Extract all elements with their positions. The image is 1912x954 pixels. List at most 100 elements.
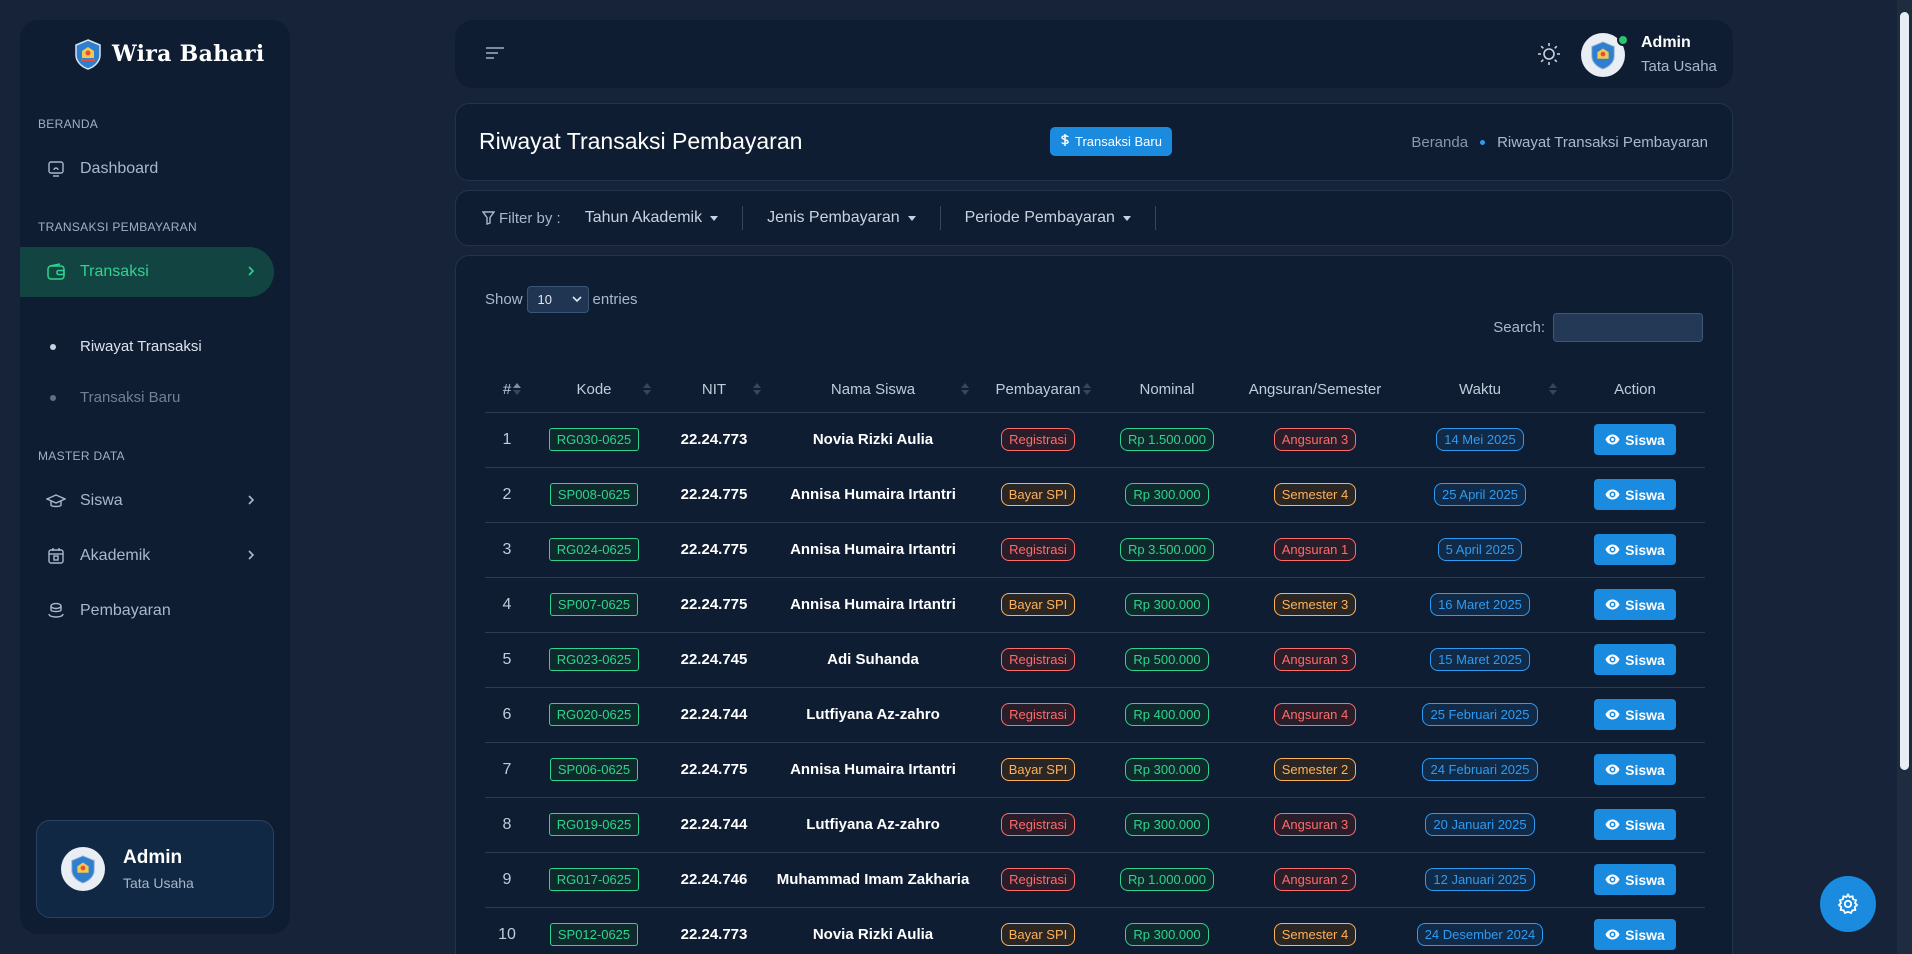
cell-action: Siswa bbox=[1565, 852, 1705, 908]
page-title: Riwayat Transaksi Pembayaran bbox=[479, 128, 803, 154]
cell-nit: 22.24.775 bbox=[659, 742, 769, 798]
cell-nit: 22.24.744 bbox=[659, 687, 769, 743]
cell-angsuran-semester: Semester 4 bbox=[1235, 907, 1395, 954]
column-header-pembayaran[interactable]: Pembayaran bbox=[977, 368, 1099, 413]
view-siswa-button[interactable]: Siswa bbox=[1594, 754, 1676, 785]
transactions-card: Show 10 entries Search: # Kode NIT Nama Sis… bbox=[455, 255, 1733, 954]
cell-pembayaran: Registrasi bbox=[977, 412, 1099, 468]
entries-select[interactable]: 10 bbox=[526, 286, 589, 313]
column-header-label: Nominal bbox=[1139, 381, 1195, 399]
column-header-waktu[interactable]: Waktu bbox=[1395, 368, 1565, 413]
sidebar-user-card[interactable]: Admin Tata Usaha bbox=[36, 820, 274, 918]
sidebar-item-transaksi[interactable]: Transaksi bbox=[20, 247, 274, 297]
cell-number: 9 bbox=[485, 852, 529, 908]
topbar-user-role: Tata Usaha bbox=[1641, 58, 1717, 75]
cell-number: 8 bbox=[485, 797, 529, 853]
column-header-kode[interactable]: Kode bbox=[529, 368, 659, 413]
cell-waktu: 24 Desember 2024 bbox=[1395, 907, 1565, 954]
date-badge: 16 Maret 2025 bbox=[1430, 593, 1530, 616]
eye-icon bbox=[1605, 542, 1620, 558]
view-siswa-label: Siswa bbox=[1625, 761, 1665, 778]
divider bbox=[1154, 206, 1156, 230]
view-siswa-button[interactable]: Siswa bbox=[1594, 699, 1676, 730]
kode-badge: SP008-0625 bbox=[549, 483, 639, 506]
kode-badge: RG020-0625 bbox=[548, 703, 640, 726]
scrollbar-thumb[interactable] bbox=[1900, 12, 1909, 770]
cell-nama-siswa: Lutfiyana Az-zahro bbox=[769, 687, 977, 743]
view-siswa-label: Siswa bbox=[1625, 431, 1665, 448]
sidebar-item-siswa[interactable]: Siswa bbox=[20, 476, 274, 526]
payment-type-badge: Bayar SPI bbox=[1000, 758, 1076, 781]
filter-bar: Filter by : Tahun Akademik Jenis Pembaya… bbox=[455, 190, 1733, 246]
menu-toggle-icon[interactable] bbox=[485, 46, 505, 65]
filter-dropdown-periode-pembayaran[interactable]: Periode Pembayaran bbox=[941, 206, 1155, 230]
caret-down-icon bbox=[907, 215, 916, 221]
cell-nama-siswa: Annisa Humaira Irtantri bbox=[769, 742, 977, 798]
date-badge: 24 Desember 2024 bbox=[1416, 923, 1544, 946]
table-row: 9 RG017-0625 22.24.746 Muhammad Imam Zakhar… bbox=[485, 852, 1705, 908]
cell-nit: 22.24.745 bbox=[659, 632, 769, 688]
nominal-badge: Rp 3.500.000 bbox=[1119, 538, 1215, 561]
search: Search: bbox=[1493, 313, 1703, 342]
column-header-nama-siswa[interactable]: Nama Siswa bbox=[769, 368, 977, 413]
cell-nominal: Rp 300.000 bbox=[1099, 467, 1235, 523]
section-title-master-data: MASTER DATA bbox=[38, 449, 125, 463]
cell-pembayaran: Registrasi bbox=[977, 797, 1099, 853]
date-badge: 25 Februari 2025 bbox=[1422, 703, 1538, 726]
scrollbar[interactable] bbox=[1897, 0, 1912, 954]
view-siswa-button[interactable]: Siswa bbox=[1594, 479, 1676, 510]
transactions-table: # Kode NIT Nama Siswa Pembayaran Nominal Angsu… bbox=[485, 368, 1705, 954]
column-header-nit[interactable]: NIT bbox=[659, 368, 769, 413]
topbar: Admin Tata Usaha bbox=[455, 20, 1733, 88]
view-siswa-button[interactable]: Siswa bbox=[1594, 809, 1676, 840]
search-input[interactable] bbox=[1553, 313, 1703, 342]
date-badge: 12 Januari 2025 bbox=[1425, 868, 1535, 891]
column-header-number[interactable]: # bbox=[485, 368, 529, 413]
view-siswa-button[interactable]: Siswa bbox=[1594, 644, 1676, 675]
cell-waktu: 16 Maret 2025 bbox=[1395, 577, 1565, 633]
sidebar-item-akademik[interactable]: Akademik bbox=[20, 531, 274, 581]
payment-type-badge: Bayar SPI bbox=[1000, 593, 1076, 616]
cell-number: 6 bbox=[485, 687, 529, 743]
view-siswa-button[interactable]: Siswa bbox=[1594, 589, 1676, 620]
entries-label: entries bbox=[592, 291, 638, 308]
sidebar-subitem-label: Riwayat Transaksi bbox=[80, 338, 202, 355]
sun-icon[interactable] bbox=[1537, 42, 1561, 71]
installment-badge: Angsuran 4 bbox=[1273, 703, 1357, 726]
graduation-cap-icon bbox=[46, 491, 66, 511]
entries-select-value: 10 bbox=[537, 292, 552, 307]
eye-icon bbox=[1605, 652, 1620, 668]
view-siswa-button[interactable]: Siswa bbox=[1594, 424, 1676, 455]
section-title-transaksi: TRANSAKSI PEMBAYARAN bbox=[38, 220, 197, 234]
topbar-user-name[interactable]: Admin bbox=[1641, 34, 1691, 52]
page-header: Riwayat Transaksi Pembayaran Transaksi B… bbox=[455, 103, 1733, 181]
view-siswa-label: Siswa bbox=[1625, 541, 1665, 558]
sidebar-item-dashboard[interactable]: Dashboard bbox=[20, 144, 274, 194]
brand[interactable]: Wira Bahari bbox=[72, 38, 265, 70]
sidebar-subitem-riwayat-transaksi[interactable]: Riwayat Transaksi bbox=[50, 338, 202, 355]
view-siswa-button[interactable]: Siswa bbox=[1594, 919, 1676, 950]
new-transaction-button[interactable]: Transaksi Baru bbox=[1050, 127, 1172, 156]
cell-nama-siswa: Annisa Humaira Irtantri bbox=[769, 467, 977, 523]
sidebar-subitem-transaksi-baru[interactable]: Transaksi Baru bbox=[50, 389, 180, 406]
payment-type-badge: Bayar SPI bbox=[1000, 483, 1076, 506]
breadcrumb-home-link[interactable]: Beranda bbox=[1411, 134, 1468, 151]
wallet-icon bbox=[46, 262, 66, 282]
settings-button[interactable] bbox=[1820, 876, 1876, 932]
view-siswa-label: Siswa bbox=[1625, 706, 1665, 723]
cell-nama-siswa: Muhammad Imam Zakharia bbox=[769, 852, 977, 908]
filter-label-text: Filter by : bbox=[499, 209, 561, 227]
school-logo-icon bbox=[71, 855, 95, 884]
column-header-label: Action bbox=[1614, 381, 1656, 399]
sidebar-item-pembayaran[interactable]: Pembayaran bbox=[20, 586, 274, 636]
eye-icon bbox=[1605, 487, 1620, 503]
cell-action: Siswa bbox=[1565, 907, 1705, 954]
view-siswa-button[interactable]: Siswa bbox=[1594, 534, 1676, 565]
filter-dropdown-jenis-pembayaran[interactable]: Jenis Pembayaran bbox=[743, 206, 940, 230]
cell-action: Siswa bbox=[1565, 742, 1705, 798]
user-role: Tata Usaha bbox=[123, 875, 194, 891]
cell-angsuran-semester: Semester 2 bbox=[1235, 742, 1395, 798]
payment-type-badge: Registrasi bbox=[1001, 648, 1075, 671]
filter-dropdown-tahun-akademik[interactable]: Tahun Akademik bbox=[561, 206, 742, 230]
view-siswa-button[interactable]: Siswa bbox=[1594, 864, 1676, 895]
